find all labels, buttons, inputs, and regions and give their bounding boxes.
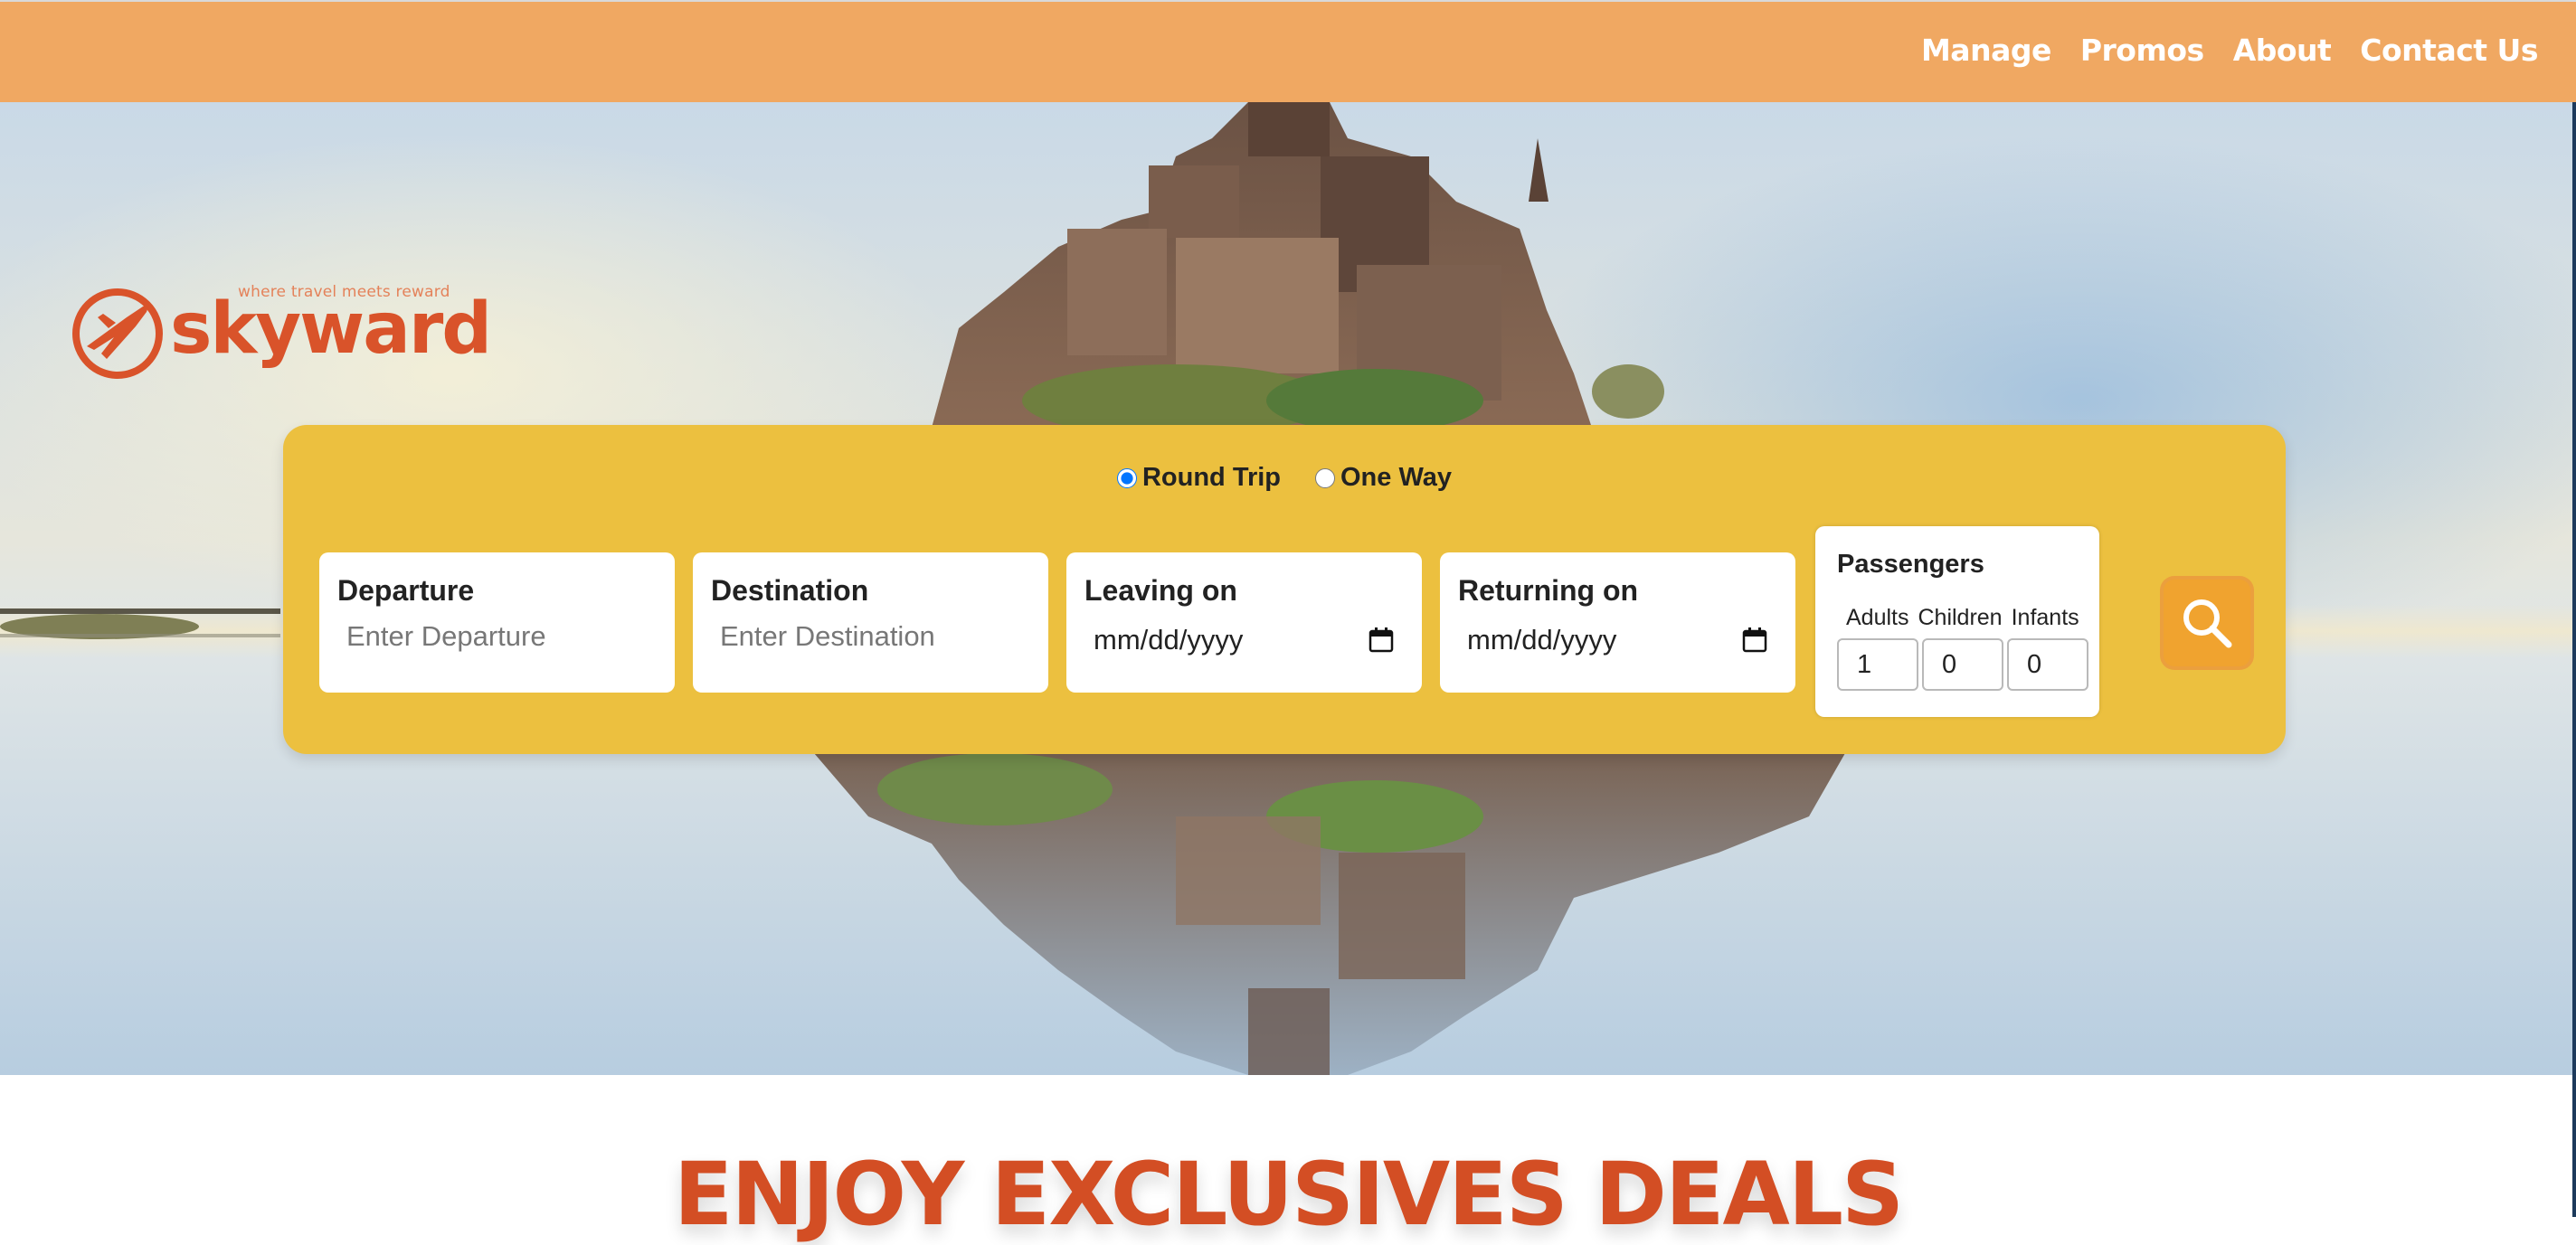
infants-input[interactable] (2007, 638, 2088, 691)
nav-about-link[interactable]: About (2233, 33, 2332, 68)
returning-label: Returning on (1458, 574, 1639, 607)
returning-date-value: mm/dd/yyyy (1467, 624, 1617, 656)
brand-name: skyward (170, 288, 492, 370)
passengers-title: Passengers (1837, 550, 1984, 579)
leaving-date-input[interactable]: mm/dd/yyyy (1084, 624, 1404, 656)
main-nav: Manage Promos About Contact Us (1921, 33, 2539, 68)
flight-search-panel: Round Trip One Way Departure Destination… (283, 425, 2286, 754)
one-way-radio[interactable] (1315, 467, 1335, 488)
leaving-label: Leaving on (1084, 574, 1237, 607)
returning-date-card[interactable]: Returning on mm/dd/yyyy (1440, 552, 1795, 693)
destination-input[interactable] (711, 620, 1030, 653)
adults-input[interactable] (1837, 638, 1918, 691)
departure-label: Departure (337, 574, 475, 607)
leaving-date-card[interactable]: Leaving on mm/dd/yyyy (1066, 552, 1422, 693)
round-trip-option[interactable]: Round Trip (1116, 463, 1281, 493)
one-way-label: One Way (1340, 463, 1453, 492)
departure-card[interactable]: Departure (319, 552, 675, 693)
nav-promos-link[interactable]: Promos (2080, 33, 2204, 68)
destination-card[interactable]: Destination (693, 552, 1048, 693)
page-edge (2572, 102, 2576, 1217)
search-icon (2183, 599, 2232, 648)
adults-label: Adults (1846, 605, 1909, 630)
passenger-type-labels: Adults Children Infants (1837, 605, 2079, 631)
returning-date-input[interactable]: mm/dd/yyyy (1458, 624, 1777, 656)
deals-heading: ENJOY EXCLUSIVES DEALS (673, 1144, 1904, 1245)
nav-manage-link[interactable]: Manage (1921, 33, 2051, 68)
search-button[interactable] (2164, 580, 2250, 666)
departure-input[interactable] (337, 620, 657, 653)
nav-contact-link[interactable]: Contact Us (2360, 33, 2538, 68)
skyward-logo[interactable]: where travel meets reward skyward (71, 283, 492, 382)
children-input[interactable] (1922, 638, 2003, 691)
destination-label: Destination (711, 574, 869, 607)
plane-logo-icon (72, 288, 163, 379)
calendar-icon[interactable] (1741, 627, 1768, 654)
passengers-card: Passengers Adults Children Infants (1815, 526, 2099, 717)
one-way-option[interactable]: One Way (1315, 463, 1452, 493)
leaving-date-value: mm/dd/yyyy (1094, 624, 1244, 656)
round-trip-radio[interactable] (1116, 467, 1137, 488)
passenger-count-inputs (1837, 638, 2088, 691)
infants-label: Infants (2011, 605, 2079, 630)
round-trip-label: Round Trip (1141, 463, 1281, 492)
calendar-icon[interactable] (1368, 627, 1395, 654)
trip-type-group: Round Trip One Way (283, 463, 2286, 493)
hero-section: where travel meets reward skyward Round … (0, 102, 2576, 1075)
children-label: Children (1918, 605, 2003, 630)
top-nav-bar: Manage Promos About Contact Us (0, 0, 2576, 102)
